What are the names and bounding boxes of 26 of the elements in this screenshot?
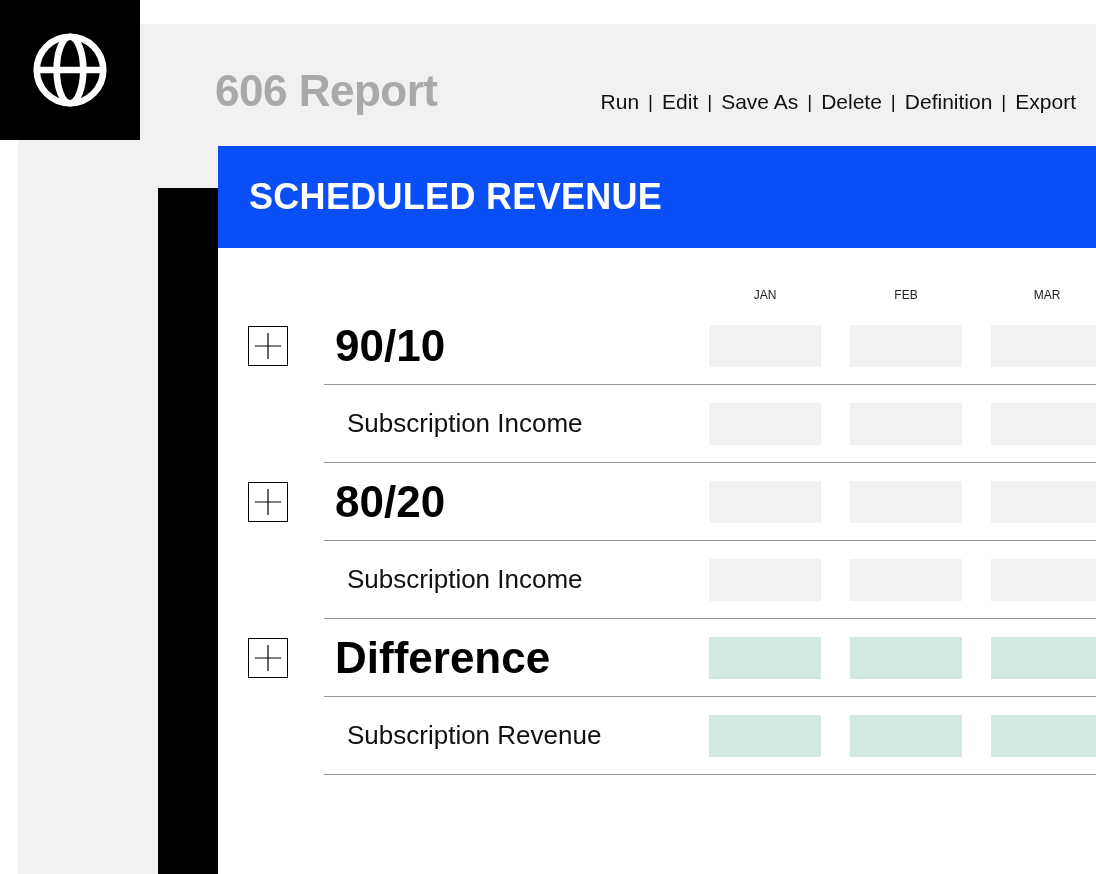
action-link[interactable]: Edit bbox=[662, 90, 699, 114]
separator: | bbox=[648, 91, 654, 113]
plus-icon[interactable] bbox=[248, 326, 288, 366]
separator: | bbox=[890, 91, 896, 113]
action-link[interactable]: Delete bbox=[821, 90, 882, 114]
action-link[interactable]: Definition bbox=[904, 90, 993, 114]
column-header: MAR bbox=[1032, 288, 1062, 302]
action-link[interactable]: Export bbox=[1015, 90, 1076, 114]
column-header: JAN bbox=[752, 288, 778, 302]
column-header: FEB bbox=[893, 288, 919, 302]
row-label: Subscription Revenue bbox=[347, 720, 602, 750]
card-title: SCHEDULED REVENUE bbox=[249, 176, 663, 218]
group-label: 80/20 bbox=[335, 476, 446, 526]
separator: | bbox=[1001, 91, 1007, 113]
plus-icon[interactable] bbox=[248, 638, 288, 678]
separator: | bbox=[807, 91, 813, 113]
separator: | bbox=[707, 91, 713, 113]
action-link[interactable]: Save As bbox=[721, 90, 799, 114]
group-label: Difference bbox=[335, 632, 551, 682]
globe-icon bbox=[32, 32, 108, 108]
row-label: Subscription Income bbox=[347, 564, 583, 594]
action-link[interactable]: Run bbox=[600, 90, 640, 114]
group-label: 90/10 bbox=[335, 320, 446, 370]
report-title: 606 Report bbox=[215, 66, 438, 116]
plus-icon[interactable] bbox=[248, 482, 288, 522]
row-label: Subscription Income bbox=[347, 408, 583, 438]
